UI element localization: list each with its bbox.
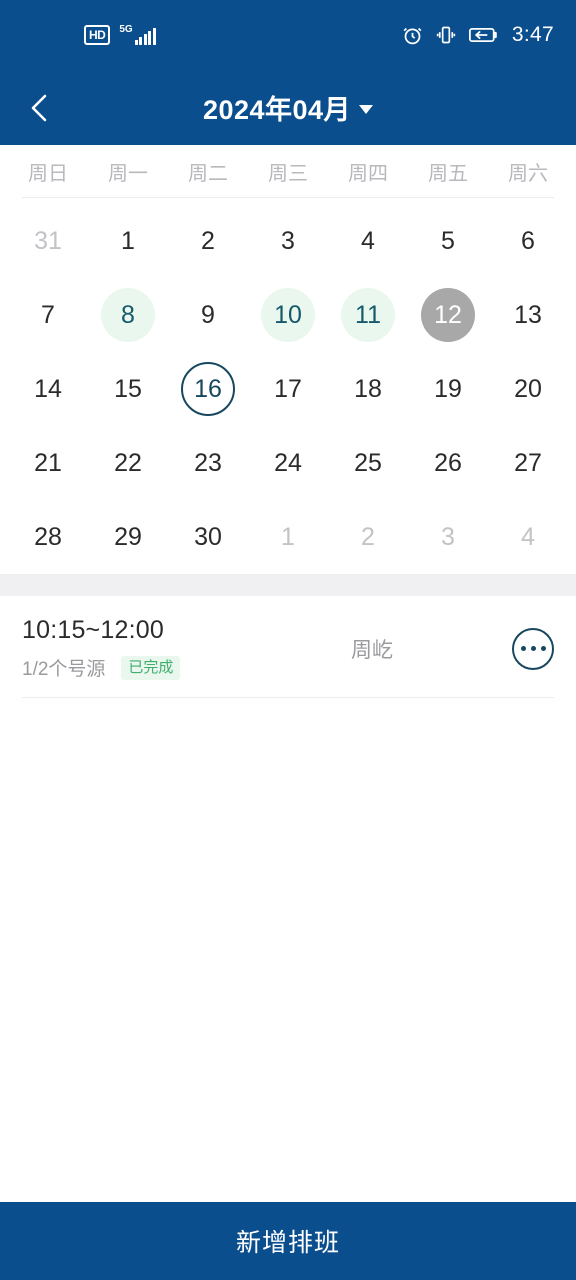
calendar-day-cell[interactable]: 4	[501, 510, 555, 564]
signal-bars-glyph	[134, 28, 156, 45]
calendar-day-cell[interactable]: 22	[101, 436, 155, 490]
weekday-label-sun: 周日	[28, 162, 68, 185]
add-shift-button[interactable]: 新增排班	[0, 1202, 576, 1280]
schedule-meta-row: 1/2个号源 已完成	[22, 654, 232, 681]
calendar-week-row: 21 22 23 24 25 26 27	[8, 426, 568, 500]
calendar-week-row: 28 29 30 1 2 3 4	[8, 500, 568, 574]
page-title: 2024年04月	[202, 95, 352, 125]
calendar-day-cell[interactable]: 31	[21, 214, 75, 268]
weekday-header-row: 周日 周一 周二 周三 周四 周五 周六	[8, 145, 568, 197]
calendar-day-cell[interactable]: 9	[181, 288, 235, 342]
weekday-label-wed: 周三	[268, 162, 308, 185]
network-type-label: 5G	[119, 24, 133, 35]
calendar-week-row: 14 15 16 17 18 19 20	[8, 352, 568, 426]
schedule-slot-count: 1/2个号源	[22, 659, 106, 680]
battery-charging-icon	[468, 26, 499, 44]
calendar-day-cell[interactable]: 25	[341, 436, 395, 490]
calendar-day-cell[interactable]: 27	[501, 436, 555, 490]
calendar-day-cell[interactable]: 10	[261, 288, 315, 342]
status-bar-right: 3:47	[402, 23, 554, 47]
status-badge: 已完成	[121, 655, 181, 680]
calendar-day-cell[interactable]: 14	[21, 362, 75, 416]
calendar-week-row: 31 1 2 3 4 5 6	[8, 204, 568, 278]
schedule-list-item[interactable]: 10:15~12:00 1/2个号源 已完成 周屹	[22, 596, 554, 698]
calendar-day-cell[interactable]: 2	[181, 214, 235, 268]
calendar-day-cell[interactable]: 4	[341, 214, 395, 268]
calendar-day-cell[interactable]: 2	[341, 510, 395, 564]
calendar-day-cell[interactable]: 12	[421, 288, 475, 342]
calendar-day-cell[interactable]: 16	[181, 362, 235, 416]
calendar-day-cell[interactable]: 30	[181, 510, 235, 564]
calendar-day-cell[interactable]: 1	[101, 214, 155, 268]
calendar-day-cell[interactable]: 20	[501, 362, 555, 416]
chevron-down-icon	[359, 105, 374, 114]
back-button[interactable]	[18, 86, 62, 130]
add-shift-label: 新增排班	[235, 1229, 340, 1257]
calendar-day-cell[interactable]: 28	[21, 510, 75, 564]
calendar-day-cell[interactable]: 11	[341, 288, 395, 342]
app-header: 2024年04月	[0, 70, 576, 145]
schedule-time-range: 10:15~12:00	[22, 616, 164, 644]
calendar-day-cell[interactable]: 15	[101, 362, 155, 416]
weekday-label-fri: 周五	[428, 162, 468, 185]
calendar-grid: 31 1 2 3 4 5 6 7 8 9 10 11 12 13 14 15 16 17 18 19 20 21 22 23 2…	[8, 198, 568, 574]
calendar-schedule-screen: HD 5G 3:47 2024年04月 周日 周一 周二 周三 周四 周五 周六…	[0, 0, 576, 1280]
calendar-day-cell[interactable]: 3	[261, 214, 315, 268]
status-bar-clock: 3:47	[511, 23, 554, 46]
weekday-label-tue: 周二	[188, 162, 228, 185]
schedule-item-info: 10:15~12:00 1/2个号源 已完成	[22, 616, 232, 681]
calendar-day-cell[interactable]: 7	[21, 288, 75, 342]
calendar-day-cell[interactable]: 5	[421, 214, 475, 268]
schedule-person-name: 周屹	[351, 638, 393, 662]
calendar-day-cell[interactable]: 13	[501, 288, 555, 342]
calendar-day-cell[interactable]: 26	[421, 436, 475, 490]
month-selector[interactable]: 2024年04月	[0, 88, 576, 127]
calendar-day-cell[interactable]: 23	[181, 436, 235, 490]
calendar-panel: 周日 周一 周二 周三 周四 周五 周六 31 1 2 3 4 5 6 7 8 9 10 11 12 13…	[0, 145, 576, 574]
calendar-week-row: 7 8 9 10 11 12 13	[8, 278, 568, 352]
calendar-day-cell[interactable]: 24	[261, 436, 315, 490]
weekday-label-sat: 周六	[508, 162, 548, 185]
empty-area	[0, 698, 576, 1202]
calendar-day-cell[interactable]: 8	[101, 288, 155, 342]
calendar-day-cell[interactable]: 19	[421, 362, 475, 416]
alarm-clock-icon	[402, 25, 423, 46]
calendar-day-cell[interactable]: 29	[101, 510, 155, 564]
vibrate-icon	[436, 25, 456, 45]
calendar-day-cell[interactable]: 18	[341, 362, 395, 416]
status-bar: HD 5G 3:47	[0, 0, 576, 70]
calendar-day-cell[interactable]: 21	[21, 436, 75, 490]
calendar-day-cell[interactable]: 1	[261, 510, 315, 564]
weekday-label-mon: 周一	[108, 162, 148, 185]
section-divider	[0, 574, 576, 596]
status-bar-left: HD 5G	[84, 25, 156, 45]
signal-bars-icon: 5G	[119, 24, 156, 45]
calendar-day-cell[interactable]: 6	[501, 214, 555, 268]
calendar-day-cell[interactable]: 17	[261, 362, 315, 416]
chevron-left-icon	[27, 93, 53, 123]
more-options-icon[interactable]	[512, 627, 554, 670]
hd-icon: HD	[84, 25, 111, 45]
schedule-list: 10:15~12:00 1/2个号源 已完成 周屹	[0, 596, 576, 698]
weekday-label-thu: 周四	[348, 162, 388, 185]
calendar-day-cell[interactable]: 3	[421, 510, 475, 564]
